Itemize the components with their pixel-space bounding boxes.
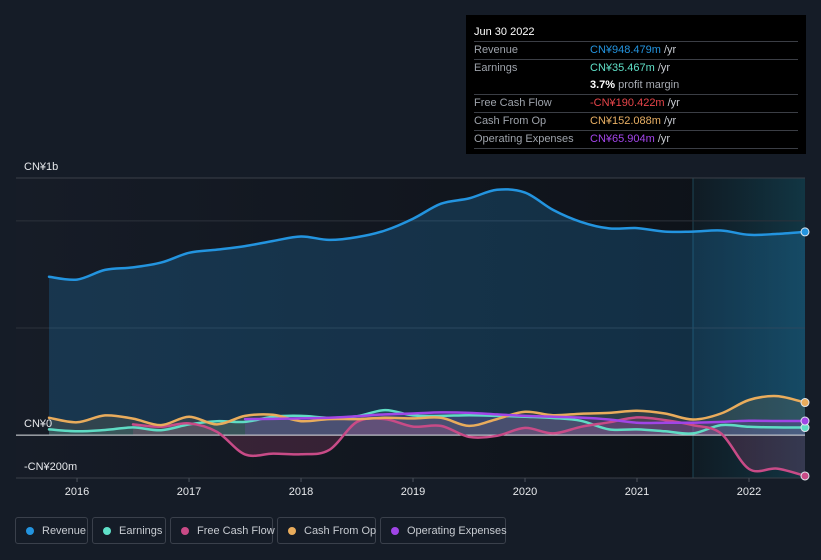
cash-from-op-dot-icon [288, 526, 296, 535]
profit-margin-value: 3.7% [590, 79, 616, 91]
chart-legend: Revenue Earnings Free Cash Flow Cash Fro… [15, 517, 507, 544]
tooltip-label: Free Cash Flow [474, 97, 552, 109]
operating-expenses-end-marker[interactable] [800, 416, 810, 426]
tooltip-value: CN¥65.904m [590, 133, 655, 145]
tooltip-value: CN¥35.467m [590, 62, 655, 74]
tooltip-row-revenue: Revenue CN¥948.479m /yr [474, 42, 798, 60]
x-tick-label: 2018 [289, 486, 313, 498]
legend-label: Operating Expenses [407, 524, 507, 537]
cash-from-op-end-marker[interactable] [800, 398, 810, 408]
legend-item-operating-expenses[interactable]: Operating Expenses [380, 517, 507, 544]
tooltip-unit: /yr [657, 133, 671, 145]
tooltip-unit: /yr [663, 44, 677, 56]
tooltip-row-operating-expenses: Operating Expenses CN¥65.904m /yr [474, 131, 798, 149]
tooltip-label: Revenue [474, 44, 519, 56]
tooltip-unit: /yr [657, 62, 671, 74]
tooltip-value: -CN¥190.422m [590, 97, 665, 109]
tooltip-row-cash-from-op: Cash From Op CN¥152.088m /yr [474, 113, 798, 131]
y-axis-label: CN¥0 [24, 418, 52, 430]
x-tick-label: 2022 [737, 486, 761, 498]
tooltip-row-earnings: Earnings CN¥35.467m /yr [474, 60, 798, 77]
tooltip-value: CN¥948.479m [590, 44, 661, 56]
tooltip-unit: /yr [663, 115, 677, 127]
legend-item-cash-from-op[interactable]: Cash From Op [277, 517, 376, 544]
tooltip-row-free-cash-flow: Free Cash Flow -CN¥190.422m /yr [474, 95, 798, 113]
free-cash-flow-dot-icon [181, 526, 189, 535]
x-tick-label: 2016 [65, 486, 89, 498]
x-tick-label: 2017 [177, 486, 201, 498]
tooltip-date: Jun 30 2022 [474, 23, 798, 42]
tooltip-label [474, 77, 590, 94]
data-tooltip: Jun 30 2022 Revenue CN¥948.479m /yr Earn… [466, 15, 806, 154]
tooltip-unit: /yr [667, 97, 680, 109]
free-cash-flow-end-marker[interactable] [800, 471, 810, 481]
legend-item-free-cash-flow[interactable]: Free Cash Flow [170, 517, 275, 544]
x-tick-label: 2021 [625, 486, 649, 498]
revenue-dot-icon [26, 526, 34, 535]
operating-expenses-dot-icon [391, 526, 399, 535]
tooltip-value: CN¥152.088m [590, 115, 661, 127]
tooltip-label: Earnings [474, 62, 518, 74]
y-axis-label: -CN¥200m [24, 461, 77, 473]
tooltip-row-profit-margin: 3.7% profit margin [474, 77, 798, 95]
legend-label: Earnings [119, 524, 163, 537]
tooltip-label: Cash From Op [474, 115, 547, 127]
legend-label: Cash From Op [304, 524, 377, 537]
x-tick-label: 2019 [401, 486, 425, 498]
legend-item-earnings[interactable]: Earnings [92, 517, 166, 544]
legend-item-revenue[interactable]: Revenue [15, 517, 88, 544]
x-tick-label: 2020 [513, 486, 537, 498]
earnings-dot-icon [103, 526, 111, 535]
legend-label: Revenue [42, 524, 87, 537]
y-axis-label: CN¥1b [24, 161, 58, 173]
tooltip-label: Operating Expenses [474, 133, 574, 145]
profit-margin-label: profit margin [618, 79, 680, 91]
revenue-end-marker[interactable] [800, 227, 810, 237]
legend-label: Free Cash Flow [197, 524, 275, 537]
